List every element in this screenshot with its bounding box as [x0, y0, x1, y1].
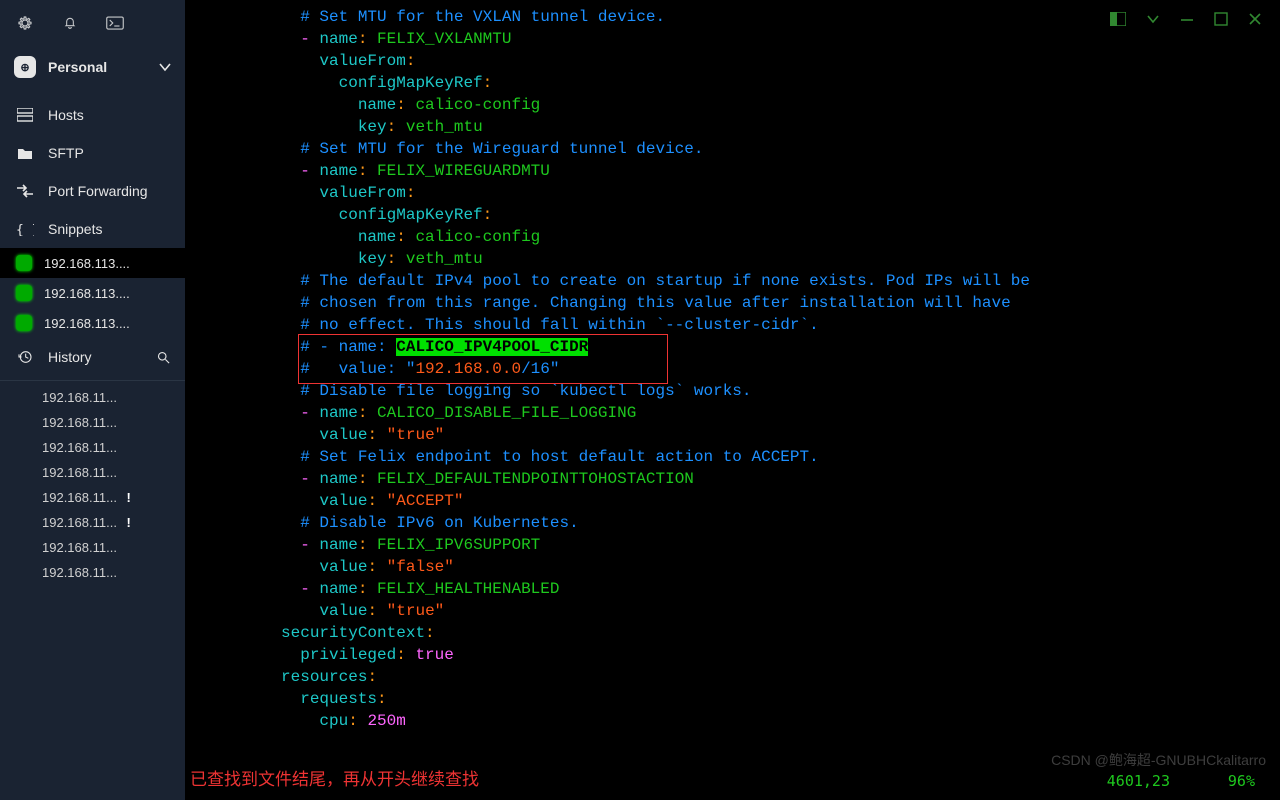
recent-label: 192.168.11... [42, 565, 117, 580]
recent-label: 192.168.11... [42, 490, 117, 505]
status-dot [16, 255, 32, 271]
warn-icon: ! [123, 515, 131, 530]
recent-label: 192.168.11... [42, 540, 117, 555]
session-item[interactable]: 192.168.113.... [0, 278, 185, 308]
window-controls [1098, 6, 1274, 32]
nav-sftp[interactable]: SFTP [0, 134, 185, 172]
status-percent: 96% [1228, 772, 1255, 790]
divider [0, 380, 185, 381]
workspace-icon: ⊕ [14, 56, 36, 78]
chevron-down-icon[interactable] [1146, 12, 1160, 26]
recent-label: 192.168.11... [42, 465, 117, 480]
recent-item[interactable]: 192.168.11... [0, 410, 185, 435]
nav-snippets[interactable]: { } Snippets [0, 210, 185, 248]
code-content: # Set MTU for the VXLAN tunnel device. -… [185, 0, 1280, 732]
nav-port-forwarding[interactable]: Port Forwarding [0, 172, 185, 210]
nav-label: Port Forwarding [48, 183, 148, 199]
sidebar-toolbar [0, 0, 185, 46]
sidebar: ⊕ Personal Hosts SFTP Port Forwarding { } Sn… [0, 0, 185, 800]
nav-hosts[interactable]: Hosts [0, 96, 185, 134]
workspace-label: Personal [48, 59, 107, 75]
folder-icon [16, 146, 34, 160]
recent-item[interactable]: 192.168.11... [0, 560, 185, 585]
status-dot [16, 315, 32, 331]
session-item[interactable]: 192.168.113.... [0, 308, 185, 338]
recent-item[interactable]: 192.168.11... ! [0, 485, 185, 510]
maximize-icon[interactable] [1214, 12, 1228, 26]
watermark: CSDN @鲍海超-GNUBHCkalitarro [1051, 750, 1266, 770]
recent-item[interactable]: 192.168.11... [0, 535, 185, 560]
session-label: 192.168.113.... [44, 286, 169, 301]
recent-item[interactable]: 192.168.11... [0, 435, 185, 460]
status-message: 已查找到文件结尾，再从开头继续查找 [190, 765, 479, 790]
close-icon[interactable] [1248, 12, 1262, 26]
recent-item[interactable]: 192.168.11... [0, 460, 185, 485]
recent-label: 192.168.11... [42, 440, 117, 455]
hosts-icon [16, 108, 34, 122]
bell-icon[interactable] [62, 14, 78, 32]
workspace-selector[interactable]: ⊕ Personal [0, 46, 185, 96]
terminal-icon[interactable] [106, 16, 124, 30]
panel-icon[interactable] [1110, 12, 1126, 26]
minimize-icon[interactable] [1180, 12, 1194, 26]
snippets-icon: { } [16, 222, 34, 236]
recent-item[interactable]: 192.168.11... ! [0, 510, 185, 535]
terminal-editor[interactable]: # Set MTU for the VXLAN tunnel device. -… [185, 0, 1280, 800]
session-label: 192.168.113.... [44, 256, 169, 271]
history-label: History [48, 349, 92, 365]
svg-text:{ }: { } [16, 223, 34, 236]
session-label: 192.168.113.... [44, 316, 169, 331]
gear-icon[interactable] [16, 14, 34, 32]
nav-label: Snippets [48, 221, 102, 237]
chevron-down-icon [159, 61, 171, 73]
recent-label: 192.168.11... [42, 390, 117, 405]
session-item[interactable]: 192.168.113.... [0, 248, 185, 278]
port-fwd-icon [16, 184, 34, 198]
search-icon[interactable] [156, 350, 171, 365]
recent-item[interactable]: 192.168.11... [0, 385, 185, 410]
recent-label: 192.168.11... [42, 415, 117, 430]
nav-label: Hosts [48, 107, 84, 123]
search-highlight: CALICO_IPV4POOL_CIDR [396, 338, 588, 356]
status-position: 4601,23 [1107, 772, 1170, 790]
nav-label: SFTP [48, 145, 84, 161]
warn-icon: ! [123, 490, 131, 505]
status-dot [16, 285, 32, 301]
history-icon [16, 349, 34, 365]
nav-history[interactable]: History [0, 338, 185, 376]
recent-label: 192.168.11... [42, 515, 117, 530]
